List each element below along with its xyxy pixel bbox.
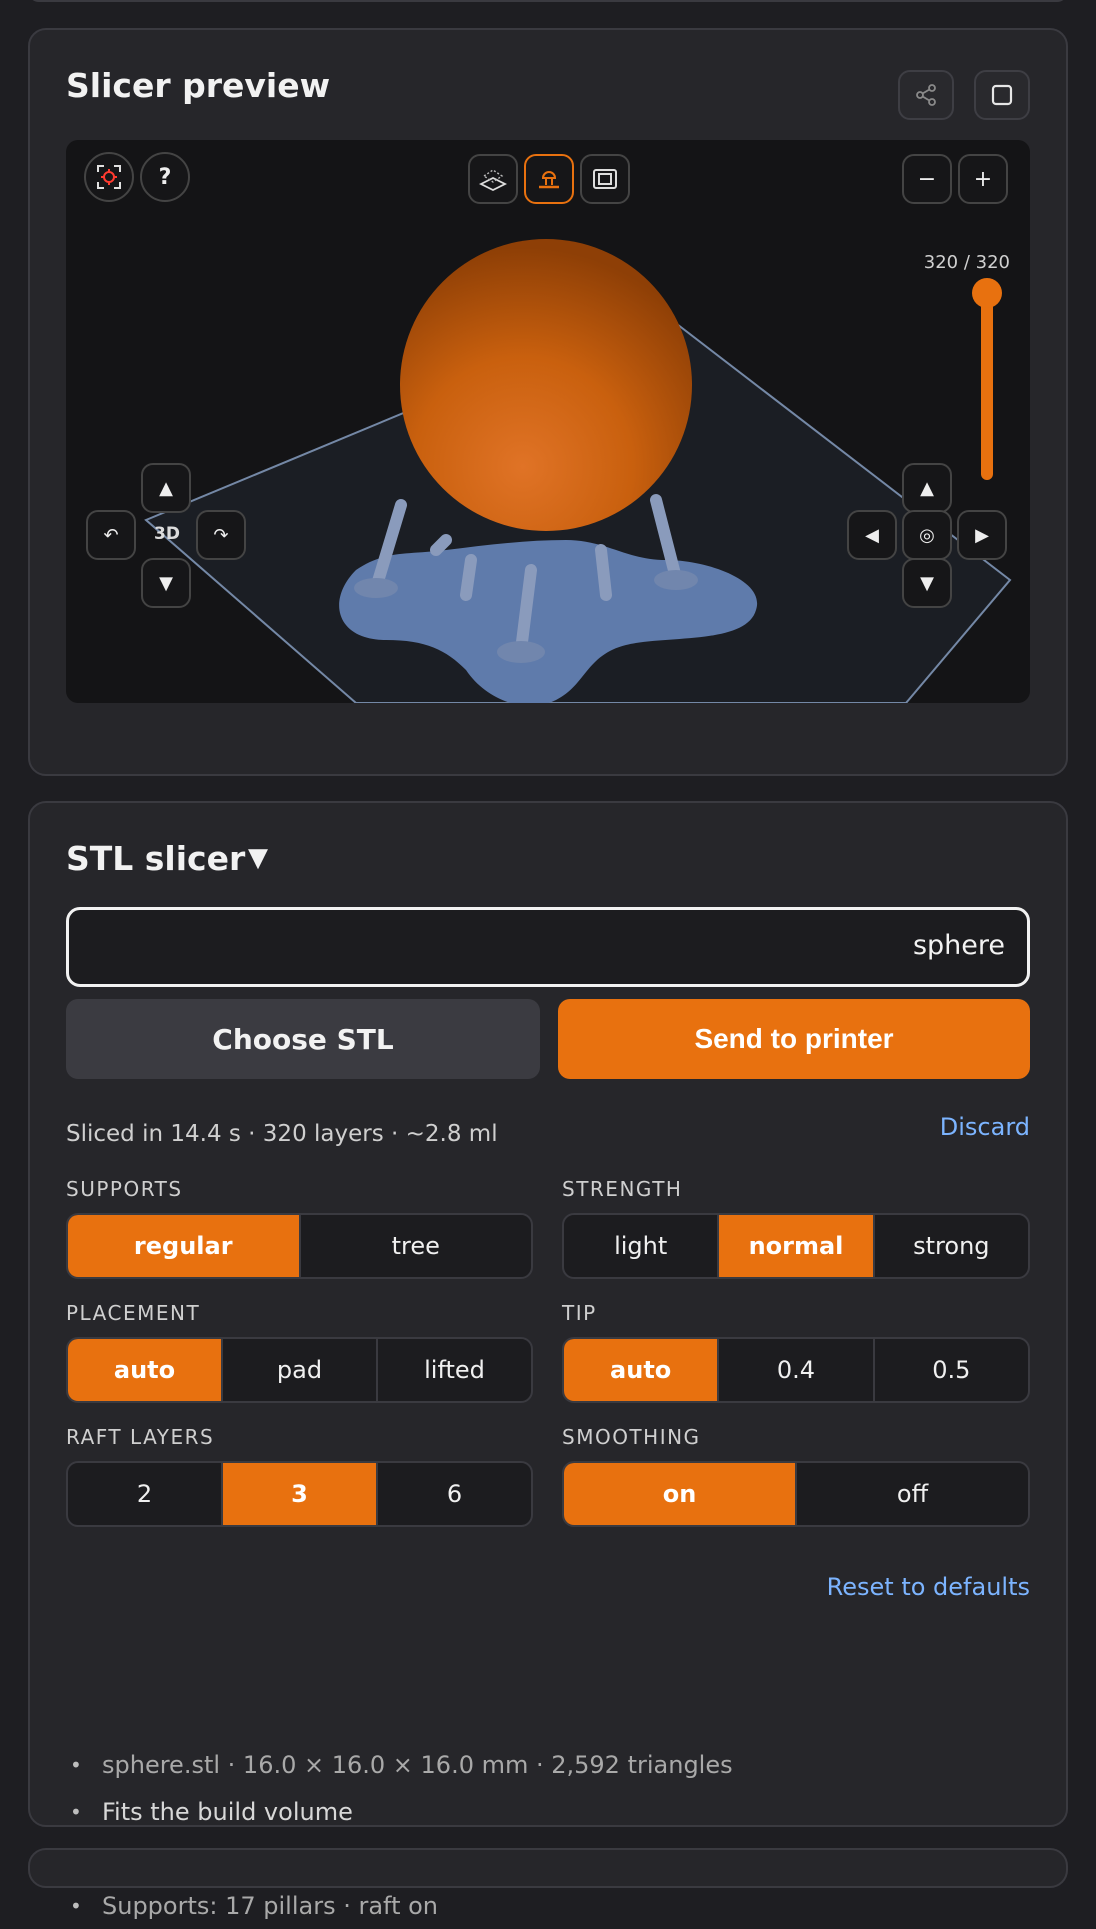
supports-view-button[interactable] xyxy=(524,154,574,204)
info-text: sphere.stl · 16.0 × 16.0 × 16.0 mm · 2,5… xyxy=(102,1750,733,1779)
model-scene xyxy=(144,239,1012,703)
info-list-item: • Supports: 17 pillars · raft on xyxy=(70,1882,733,1929)
tip-option[interactable]: auto xyxy=(564,1339,718,1401)
strength-label: STRENGTH xyxy=(562,1177,683,1201)
frame-view-button[interactable] xyxy=(580,154,630,204)
recenter-icon xyxy=(97,165,121,189)
rotate-left-button[interactable]: ↶ xyxy=(86,510,136,560)
recenter-button[interactable] xyxy=(84,152,134,202)
strength-option[interactable]: light xyxy=(564,1215,717,1277)
slice-status: Sliced in 14.4 s · 320 layers · ~2.8 ml xyxy=(66,1121,498,1147)
help-icon: ? xyxy=(158,164,172,190)
zoom-in-button[interactable]: + xyxy=(958,154,1008,204)
frame-view-icon xyxy=(593,169,617,189)
zoom-out-button[interactable]: − xyxy=(902,154,952,204)
pan-up-button[interactable]: ▲ xyxy=(902,463,952,513)
supports-view-icon xyxy=(539,171,559,189)
layers-view-button[interactable] xyxy=(468,154,518,204)
info-text: Supports: 17 pillars · raft on xyxy=(102,1891,438,1920)
reset-view-button[interactable]: ◎ xyxy=(902,510,952,560)
rotate-right-icon: ↷ xyxy=(213,524,229,546)
triangle-right-icon: ▶ xyxy=(975,524,989,546)
slicer-title: STL slicer xyxy=(66,839,246,878)
placement-option[interactable]: auto xyxy=(68,1339,221,1401)
strength-selector: light normal strong xyxy=(562,1213,1030,1279)
pan-left-button[interactable]: ◀ xyxy=(847,510,897,560)
choose-stl-button[interactable]: Choose STL xyxy=(66,999,540,1079)
placement-selector: auto pad lifted xyxy=(66,1337,533,1403)
send-to-printer-button[interactable]: Send to printer xyxy=(558,999,1030,1079)
triangle-left-icon: ◀ xyxy=(865,524,879,546)
rotate-up-button[interactable]: ▲ xyxy=(141,463,191,513)
eye-icon: ◎ xyxy=(919,524,935,546)
file-name-field[interactable]: sphere xyxy=(66,907,1030,987)
bullet-icon: • xyxy=(70,1893,82,1918)
discard-link[interactable]: Discard xyxy=(940,1113,1030,1141)
rotate-left-icon: ↶ xyxy=(103,524,119,546)
placement-label: PLACEMENT xyxy=(66,1301,201,1325)
raft-layers-option[interactable]: 6 xyxy=(376,1463,531,1525)
info-text: Fits the build volume xyxy=(102,1797,353,1826)
tip-label: TIP xyxy=(562,1301,597,1325)
rotate-right-button[interactable]: ↷ xyxy=(196,510,246,560)
fullscreen-button[interactable] xyxy=(974,70,1030,120)
strength-option[interactable]: strong xyxy=(872,1215,1028,1277)
3d-viewport[interactable]: ? − + 320 / 320 ▲ ↶ 3D ↷ ▼ ▲ ◀ ◎ ▶ ▼ xyxy=(66,140,1030,703)
raft-layers-selector: 236 xyxy=(66,1461,533,1527)
smoothing-option[interactable]: off xyxy=(795,1463,1028,1525)
supports-option[interactable]: tree xyxy=(298,1215,532,1277)
model-info-list: • sphere.stl · 16.0 × 16.0 × 16.0 mm · 2,… xyxy=(70,1741,733,1929)
preview-title: Slicer preview xyxy=(66,66,331,105)
raft-layers-label: RAFT LAYERS xyxy=(66,1425,215,1449)
triangle-up-icon: ▲ xyxy=(159,477,173,499)
previous-card xyxy=(28,0,1068,2)
triangle-down-icon: ▼ xyxy=(920,572,934,594)
tip-selector: auto 0.4 0.5 xyxy=(562,1337,1030,1403)
layers-view-icon xyxy=(478,169,508,192)
info-list-item: • Fits the build volume xyxy=(70,1788,733,1835)
stl-slicer-card: STL slicer ▼ sphere Choose STL Send to p… xyxy=(28,801,1068,1920)
triangle-up-icon: ▲ xyxy=(920,477,934,499)
supports-option[interactable]: regular xyxy=(68,1215,299,1277)
raft-layers-option[interactable]: 2 xyxy=(68,1463,221,1525)
plus-icon: + xyxy=(973,166,993,192)
placement-option[interactable]: lifted xyxy=(376,1339,531,1401)
bullet-icon: • xyxy=(70,1752,82,1777)
pan-right-button[interactable]: ▶ xyxy=(957,510,1007,560)
layer-count: 320 / 320 xyxy=(923,252,1010,273)
strength-option[interactable]: normal xyxy=(717,1215,873,1277)
share-button[interactable] xyxy=(898,70,954,120)
help-button[interactable]: ? xyxy=(140,152,190,202)
placement-option[interactable]: pad xyxy=(221,1339,376,1401)
view-mode-label: 3D xyxy=(154,524,180,544)
minus-icon: − xyxy=(917,166,937,192)
smoothing-label: SMOOTHING xyxy=(562,1425,701,1449)
rotate-down-button[interactable]: ▼ xyxy=(141,558,191,608)
raft-layers-option[interactable]: 3 xyxy=(221,1463,376,1525)
sphere-model xyxy=(400,239,692,531)
supports-selector: regular tree xyxy=(66,1213,533,1279)
tip-option[interactable]: 0.5 xyxy=(872,1339,1028,1401)
share-icon xyxy=(916,84,936,106)
reset-defaults-link[interactable]: Reset to defaults xyxy=(827,1573,1030,1601)
square-icon xyxy=(991,84,1013,106)
layer-slider-track[interactable] xyxy=(981,290,993,480)
tip-option[interactable]: 0.4 xyxy=(717,1339,872,1401)
smoothing-option[interactable]: on xyxy=(564,1463,795,1525)
supports-label: SUPPORTS xyxy=(66,1177,183,1201)
bullet-icon: • xyxy=(70,1799,82,1824)
next-card xyxy=(28,1848,1068,1888)
collapse-toggle-icon[interactable]: ▼ xyxy=(248,843,268,873)
smoothing-selector: on off xyxy=(562,1461,1030,1527)
slicer-preview-card: Slicer preview ? − + 320 / 320 ▲ ↶ 3D ↷ … xyxy=(28,28,1068,776)
info-list-item: • sphere.stl · 16.0 × 16.0 × 16.0 mm · 2,… xyxy=(70,1741,733,1788)
layer-slider-thumb[interactable] xyxy=(972,278,1002,308)
triangle-down-icon: ▼ xyxy=(159,572,173,594)
pan-down-button[interactable]: ▼ xyxy=(902,558,952,608)
